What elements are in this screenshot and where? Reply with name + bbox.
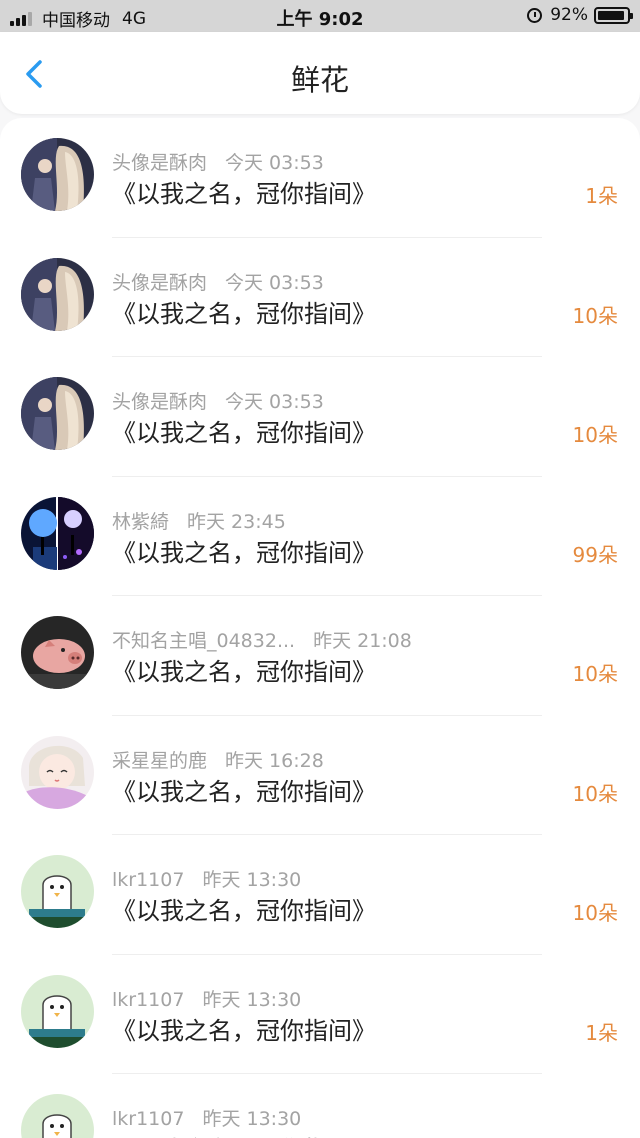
gift-time: 昨天 13:30 — [202, 869, 302, 891]
sender-name[interactable]: 林紫綺 — [112, 511, 169, 533]
avatar[interactable] — [21, 138, 94, 211]
gift-time: 今天 03:53 — [225, 271, 324, 294]
gift-time: 昨天 21:08 — [313, 630, 412, 652]
gift-time: 昨天 13:30 — [202, 1108, 302, 1130]
battery-percent: 92% — [550, 5, 588, 25]
gift-row[interactable]: 头像是酥肉 今天 03:53 《以我之名，冠你指间》 1朵 — [0, 118, 640, 238]
avatar[interactable] — [21, 257, 94, 331]
gift-meta: lkr1107 昨天 13:30 — [112, 985, 301, 1012]
avatar-girl-long-hair — [21, 138, 94, 211]
alarm-icon — [527, 7, 543, 23]
gift-list: 头像是酥肉 今天 03:53 《以我之名，冠你指间》 1朵 头像是酥肉 今天 03:53 《… — [0, 118, 640, 1138]
sender-name[interactable]: 头像是酥肉 — [112, 272, 207, 294]
gift-meta: 头像是酥肉 今天 03:53 — [112, 148, 324, 175]
flower-count: 10朵 — [572, 662, 618, 686]
flower-count: 99朵 — [572, 542, 618, 567]
gift-row[interactable]: lkr1107 昨天 13:30 《以我之名，冠你指间》 1朵 — [0, 955, 640, 1075]
avatar[interactable] — [21, 855, 94, 928]
gift-time: 昨天 23:45 — [187, 510, 286, 533]
sender-name[interactable]: 头像是酥肉 — [112, 391, 207, 413]
song-title: 《以我之名，冠你指间》 — [112, 1130, 376, 1138]
song-title: 《以我之名，冠你指间》 — [112, 1016, 376, 1045]
gift-time: 昨天 16:28 — [225, 749, 324, 772]
sender-name[interactable]: lkr1107 — [112, 989, 184, 1011]
gift-row[interactable]: 采星星的鹿 昨天 16:28 《以我之名，冠你指间》 10朵 — [0, 716, 640, 836]
status-bar: 中国移动 4G 上午 9:02 92% — [0, 0, 640, 32]
gift-row[interactable]: 林紫綺 昨天 23:45 《以我之名，冠你指间》 99朵 — [0, 477, 640, 597]
sender-name[interactable]: 不知名主唱_04832... — [112, 630, 295, 652]
gift-row[interactable]: 头像是酥肉 今天 03:53 《以我之名，冠你指间》 10朵 — [0, 238, 640, 358]
flower-count: 10朵 — [572, 781, 618, 806]
avatar[interactable] — [21, 735, 94, 809]
avatar-girl-long-hair — [21, 377, 94, 450]
page-title: 鲜花 — [290, 63, 349, 97]
avatar-ghost — [21, 855, 94, 928]
avatar[interactable] — [21, 496, 94, 570]
sender-name[interactable]: 采星星的鹿 — [112, 750, 207, 772]
gift-time: 今天 03:53 — [225, 391, 324, 413]
gift-meta: lkr1107 昨天 13:30 — [112, 1104, 301, 1131]
flower-count: 1朵 — [585, 184, 618, 208]
avatar-anime-girl — [21, 735, 94, 809]
flower-count: 1朵 — [585, 1020, 618, 1045]
song-title: 《以我之名，冠你指间》 — [112, 777, 376, 806]
gift-meta: 林紫綺 昨天 23:45 — [112, 507, 286, 534]
gift-row[interactable]: 不知名主唱_04832... 昨天 21:08 《以我之名，冠你指间》 10朵 — [0, 596, 640, 716]
song-title: 《以我之名，冠你指间》 — [112, 180, 376, 208]
song-title: 《以我之名，冠你指间》 — [112, 538, 376, 567]
avatar-night-moon — [21, 496, 94, 570]
avatar-ghost — [21, 974, 94, 1048]
gift-row[interactable]: 头像是酥肉 今天 03:53 《以我之名，冠你指间》 10朵 — [0, 357, 640, 477]
song-title: 《以我之名，冠你指间》 — [112, 419, 376, 447]
avatar-girl-long-hair — [21, 257, 94, 331]
gift-meta: 头像是酥肉 今天 03:53 — [112, 268, 324, 295]
gift-row[interactable]: lkr1107昨天 13:30《以我之名，冠你指间》1朵 — [0, 1074, 640, 1138]
gift-meta: 采星星的鹿 昨天 16:28 — [112, 746, 324, 773]
sender-name[interactable]: lkr1107 — [112, 1108, 184, 1130]
flower-count: 10朵 — [572, 303, 618, 328]
avatar[interactable] — [21, 1094, 94, 1138]
gift-meta: lkr1107 昨天 13:30 — [112, 865, 301, 892]
flower-count: 10朵 — [572, 901, 618, 925]
sender-name[interactable]: lkr1107 — [112, 869, 184, 891]
gift-time: 昨天 13:30 — [202, 988, 302, 1011]
gift-row[interactable]: lkr1107 昨天 13:30 《以我之名，冠你指间》 10朵 — [0, 835, 640, 955]
song-title: 《以我之名，冠你指间》 — [112, 897, 376, 925]
sender-name[interactable]: 头像是酥肉 — [112, 152, 207, 174]
song-title: 《以我之名，冠你指间》 — [112, 299, 376, 328]
avatar[interactable] — [21, 377, 94, 450]
avatar-pig — [21, 616, 94, 689]
gift-meta: 不知名主唱_04832... 昨天 21:08 — [112, 626, 412, 653]
avatar[interactable] — [21, 616, 94, 689]
gift-time: 今天 03:53 — [225, 152, 324, 174]
battery-icon — [594, 6, 633, 24]
gift-meta: 头像是酥肉 今天 03:53 — [112, 387, 324, 414]
navigation-bar: 鲜花 — [0, 32, 640, 114]
flower-count: 10朵 — [572, 423, 618, 447]
avatar[interactable] — [21, 974, 94, 1048]
avatar-ghost — [21, 1094, 94, 1138]
song-title: 《以我之名，冠你指间》 — [112, 658, 376, 686]
